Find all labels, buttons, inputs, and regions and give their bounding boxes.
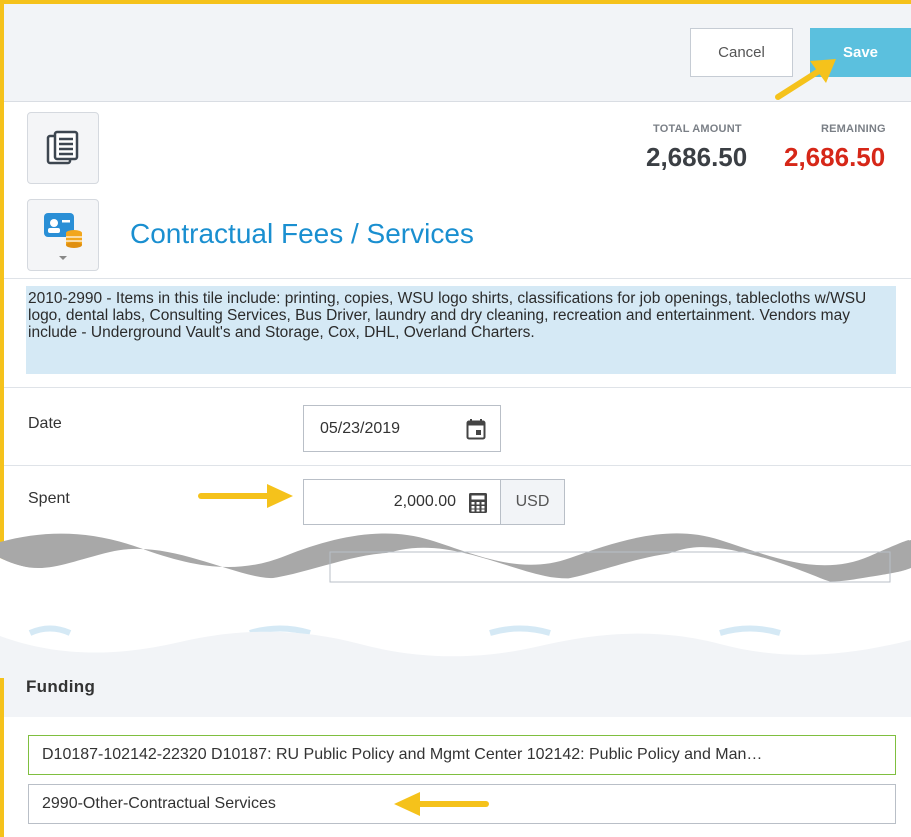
total-amount-label: TOTAL AMOUNT — [653, 123, 742, 135]
date-value: 05/23/2019 — [320, 419, 401, 437]
total-amount-value: 2,686.50 — [646, 142, 748, 172]
divider — [4, 278, 911, 279]
object-code-value: 2990-Other-Contractual Services — [42, 795, 276, 812]
annotation-arrow-icon — [394, 792, 489, 816]
annotation-arrow-icon — [198, 484, 293, 508]
document-list-icon — [46, 130, 79, 165]
calendar-icon[interactable] — [466, 418, 486, 440]
date-field[interactable]: 05/23/2019 — [303, 405, 501, 452]
funding-account-field[interactable]: D10187-102142-22320 D10187: RU Public Po… — [28, 735, 896, 775]
remaining-value: 2,686.50 — [784, 142, 886, 172]
annotation-arrow-icon — [775, 59, 836, 100]
remaining-label: REMAINING — [821, 123, 886, 135]
funding-section-header — [4, 665, 911, 717]
contact-card-coins-icon — [44, 213, 82, 260]
category-description: 2010-2990 - Items in this tile include: … — [26, 286, 896, 374]
funding-label: Funding — [26, 677, 96, 696]
category-tile[interactable] — [27, 199, 99, 271]
spent-label: Spent — [28, 490, 70, 507]
currency-selector[interactable]: USD — [500, 479, 565, 525]
document-tile[interactable] — [27, 112, 99, 184]
divider — [4, 387, 911, 388]
divider — [4, 465, 911, 466]
spent-value: 2,000.00 — [393, 493, 456, 510]
category-title: Contractual Fees / Services — [130, 218, 474, 249]
calculator-icon[interactable] — [468, 492, 488, 514]
spent-amount-field[interactable]: 2,000.00 — [303, 479, 501, 525]
torn-edge-divider — [0, 533, 911, 678]
funding-account-value: D10187-102142-22320 D10187: RU Public Po… — [42, 746, 763, 763]
date-label: Date — [28, 415, 62, 432]
